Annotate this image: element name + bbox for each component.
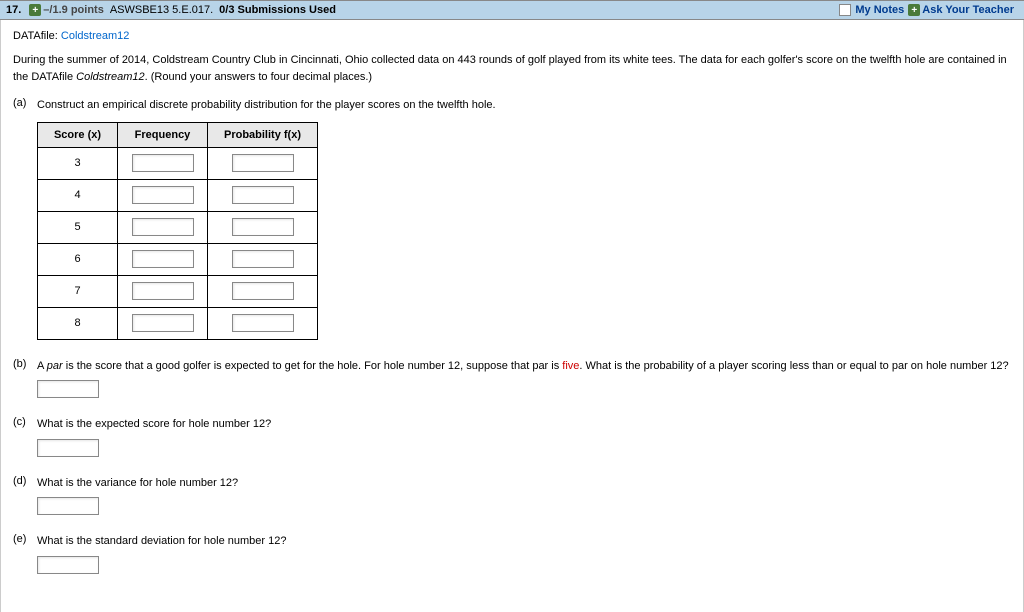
part-b: (b) A par is the score that a good golfe… bbox=[13, 358, 1011, 399]
table-row: 3 bbox=[38, 147, 318, 179]
prob-input[interactable] bbox=[232, 314, 294, 332]
intro-italic: Coldstream12 bbox=[76, 71, 144, 83]
table-row: 7 bbox=[38, 275, 318, 307]
my-notes-button[interactable]: My Notes bbox=[855, 4, 904, 16]
part-b-answer-input[interactable] bbox=[37, 380, 99, 398]
freq-input[interactable] bbox=[132, 154, 194, 172]
table-row: 5 bbox=[38, 211, 318, 243]
score-cell: 6 bbox=[38, 243, 118, 275]
score-cell: 7 bbox=[38, 275, 118, 307]
part-a-text: Construct an empirical discrete probabil… bbox=[37, 97, 1011, 114]
distribution-table: Score (x) Frequency Probability f(x) 3 4… bbox=[37, 122, 318, 340]
prob-input[interactable] bbox=[232, 282, 294, 300]
freq-input[interactable] bbox=[132, 250, 194, 268]
part-d-label: (d) bbox=[13, 475, 37, 487]
part-d: (d) What is the variance for hole number… bbox=[13, 475, 1011, 516]
points-label: –/1.9 points bbox=[43, 4, 104, 16]
submissions-label: 0/3 Submissions Used bbox=[219, 4, 336, 16]
table-row: 4 bbox=[38, 179, 318, 211]
th-probability: Probability f(x) bbox=[208, 122, 318, 147]
prob-input[interactable] bbox=[232, 250, 294, 268]
question-number: 17. bbox=[6, 4, 21, 16]
intro-part2: . (Round your answers to four decimal pl… bbox=[145, 71, 372, 83]
part-c-text: What is the expected score for hole numb… bbox=[37, 416, 1011, 433]
intro-text: During the summer of 2014, Coldstream Co… bbox=[13, 52, 1011, 85]
prob-input[interactable] bbox=[232, 154, 294, 172]
ask-teacher-button[interactable]: Ask Your Teacher bbox=[922, 4, 1014, 16]
part-c: (c) What is the expected score for hole … bbox=[13, 416, 1011, 457]
score-cell: 5 bbox=[38, 211, 118, 243]
part-b-label: (b) bbox=[13, 358, 37, 370]
part-d-text: What is the variance for hole number 12? bbox=[37, 475, 1011, 492]
score-cell: 4 bbox=[38, 179, 118, 211]
freq-input[interactable] bbox=[132, 218, 194, 236]
part-c-label: (c) bbox=[13, 416, 37, 428]
part-c-answer-input[interactable] bbox=[37, 439, 99, 457]
prob-input[interactable] bbox=[232, 218, 294, 236]
notes-checkbox[interactable] bbox=[839, 4, 851, 16]
part-d-answer-input[interactable] bbox=[37, 497, 99, 515]
question-header: 17. + –/1.9 points ASWSBE13 5.E.017. 0/3… bbox=[0, 0, 1024, 20]
freq-input[interactable] bbox=[132, 282, 194, 300]
table-row: 8 bbox=[38, 307, 318, 339]
score-cell: 8 bbox=[38, 307, 118, 339]
th-score: Score (x) bbox=[38, 122, 118, 147]
freq-input[interactable] bbox=[132, 314, 194, 332]
freq-input[interactable] bbox=[132, 186, 194, 204]
datafile-label: DATAfile: bbox=[13, 30, 61, 42]
part-b-text: A par is the score that a good golfer is… bbox=[37, 358, 1011, 375]
part-e-label: (e) bbox=[13, 533, 37, 545]
part-e-answer-input[interactable] bbox=[37, 556, 99, 574]
part-e: (e) What is the standard deviation for h… bbox=[13, 533, 1011, 574]
plus-icon[interactable]: + bbox=[29, 4, 41, 16]
prob-input[interactable] bbox=[232, 186, 294, 204]
part-e-text: What is the standard deviation for hole … bbox=[37, 533, 1011, 550]
table-row: 6 bbox=[38, 243, 318, 275]
th-frequency: Frequency bbox=[118, 122, 208, 147]
datafile-link[interactable]: Coldstream12 bbox=[61, 30, 129, 42]
score-cell: 3 bbox=[38, 147, 118, 179]
part-a: (a) Construct an empirical discrete prob… bbox=[13, 97, 1011, 340]
part-a-label: (a) bbox=[13, 97, 37, 109]
datafile-row: DATAfile: Coldstream12 bbox=[13, 30, 1011, 42]
plus-icon[interactable]: + bbox=[908, 4, 920, 16]
question-content: DATAfile: Coldstream12 During the summer… bbox=[0, 20, 1024, 612]
reference-label: ASWSBE13 5.E.017. bbox=[110, 4, 213, 16]
